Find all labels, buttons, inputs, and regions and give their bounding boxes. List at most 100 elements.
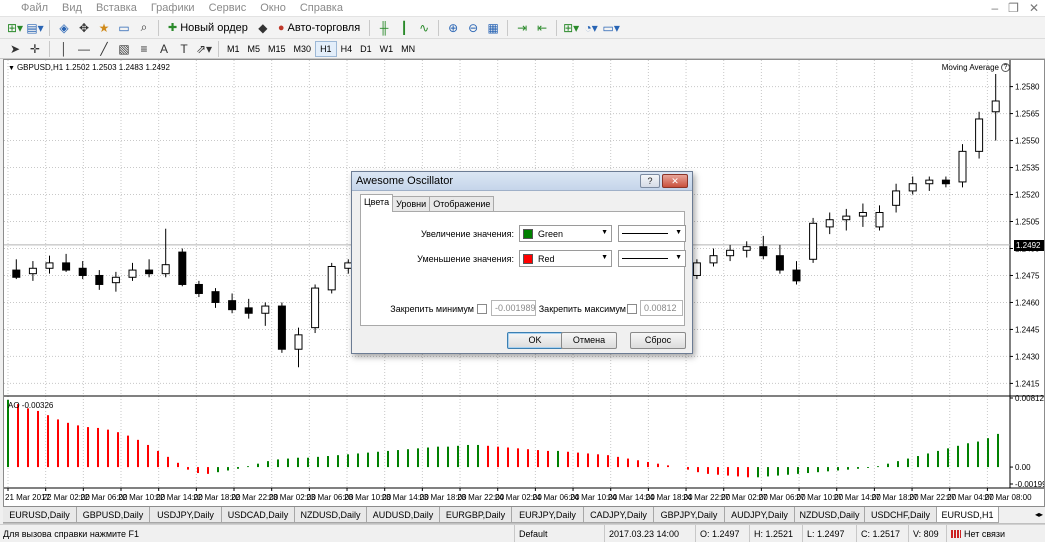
- chart-tab[interactable]: EURJPY,Daily: [512, 507, 584, 523]
- metaeditor-icon[interactable]: ◆: [254, 19, 272, 37]
- tile-windows-icon[interactable]: ▦: [484, 19, 502, 37]
- status-open: O: 1.2497: [695, 525, 749, 542]
- bull-candle: [28, 267, 37, 275]
- crosshair-icon[interactable]: ✛: [26, 40, 44, 58]
- tab-visualization[interactable]: Отображение: [429, 196, 495, 212]
- menu-tools[interactable]: Сервис: [202, 0, 254, 17]
- tab-panel-colors: Увеличение значения: Green ▼ ▼ Уменьшени…: [360, 211, 686, 326]
- bear-candle: [775, 255, 784, 271]
- new-order-button[interactable]: ✚ Новый ордер: [164, 19, 252, 37]
- decrease-color-select[interactable]: Red ▼: [519, 250, 612, 267]
- chart-tab[interactable]: USDJPY,Daily: [150, 507, 222, 523]
- fix-max-field[interactable]: 0.00812: [640, 300, 683, 316]
- timeframe-w1[interactable]: W1: [376, 41, 398, 57]
- question-circle-icon[interactable]: ?: [1001, 63, 1010, 72]
- market-watch-icon[interactable]: ◈: [55, 19, 73, 37]
- favorites-icon[interactable]: ★: [95, 19, 113, 37]
- menu-file[interactable]: Файл: [0, 0, 55, 17]
- horizontal-line-icon[interactable]: —: [75, 40, 93, 58]
- minimize-icon[interactable]: –: [991, 2, 998, 14]
- text-label-icon[interactable]: T: [175, 40, 193, 58]
- tab-colors[interactable]: Цвета: [360, 194, 394, 212]
- close-window-icon[interactable]: ✕: [1029, 2, 1039, 14]
- menu-insert[interactable]: Вставка: [89, 0, 144, 17]
- bear-candle: [244, 307, 253, 314]
- chart-tab[interactable]: AUDUSD,Daily: [367, 507, 440, 523]
- decrease-color-value: Red: [538, 253, 555, 264]
- chart-tab[interactable]: USDCAD,Daily: [222, 507, 295, 523]
- timeframe-mn[interactable]: MN: [397, 41, 419, 57]
- reset-button[interactable]: Сброс: [630, 332, 686, 349]
- chevron-down-icon: ▼: [601, 229, 608, 236]
- help-button[interactable]: ?: [640, 174, 660, 188]
- chart-tab[interactable]: GBPUSD,Daily: [77, 507, 150, 523]
- color-swatch-icon: [523, 253, 533, 264]
- close-icon[interactable]: ✕: [662, 174, 688, 188]
- zoom-in-icon[interactable]: ⊕: [444, 19, 462, 37]
- fix-min-field[interactable]: -0.001989: [491, 300, 536, 316]
- auto-scroll-icon[interactable]: ⇥: [513, 19, 531, 37]
- chart-tab[interactable]: USDCHF,Daily: [865, 507, 937, 523]
- status-connection[interactable]: Нет связи: [946, 525, 1045, 542]
- timeframe-h4[interactable]: H4: [337, 41, 357, 57]
- decrease-line-style-select[interactable]: ▼: [618, 250, 686, 267]
- templates-icon[interactable]: ▭▾: [602, 19, 620, 37]
- menu-help[interactable]: Справка: [293, 0, 350, 17]
- fibonacci-icon[interactable]: ≡: [135, 40, 153, 58]
- candlestick-icon[interactable]: ┃: [395, 19, 413, 37]
- fix-max-checkbox[interactable]: [627, 304, 637, 314]
- new-chart-icon[interactable]: ⊞▾: [6, 19, 24, 37]
- collapse-triangle-icon[interactable]: ▼: [8, 65, 15, 72]
- terminal-icon[interactable]: ▭: [115, 19, 133, 37]
- ok-button[interactable]: OK: [507, 332, 563, 349]
- chart-tab[interactable]: EURUSD,Daily: [3, 507, 77, 523]
- cancel-button[interactable]: Отмена: [561, 332, 617, 349]
- timeframe-d1[interactable]: D1: [356, 41, 376, 57]
- timeframe-m30[interactable]: M30: [290, 41, 316, 57]
- restore-icon[interactable]: ❐: [1008, 2, 1019, 14]
- chart-tab-active[interactable]: EURUSD,H1: [937, 507, 999, 523]
- timeframe-m1[interactable]: M1: [223, 41, 244, 57]
- chart-tab[interactable]: NZDUSD,Daily: [295, 507, 367, 523]
- tabs-scroll-icon[interactable]: ◂▸: [1035, 507, 1043, 523]
- status-volume: V: 809: [908, 525, 946, 542]
- fix-min-checkbox[interactable]: [477, 304, 487, 314]
- timeframe-m5[interactable]: M5: [244, 41, 265, 57]
- time-tick-label: 27 Mar 08:00: [984, 493, 1032, 502]
- bar-chart-icon[interactable]: ╫: [375, 19, 393, 37]
- chart-tab[interactable]: NZDUSD,Daily: [795, 507, 865, 523]
- price-tick-label: 1.2430: [1015, 352, 1040, 361]
- chevron-down-icon: ▼: [675, 254, 682, 261]
- menu-window[interactable]: Окно: [253, 0, 293, 17]
- vertical-line-icon[interactable]: │: [55, 40, 73, 58]
- profiles-icon[interactable]: ▤▾: [26, 19, 44, 37]
- chart-tab[interactable]: AUDJPY,Daily: [725, 507, 795, 523]
- chart-tab[interactable]: EURGBP,Daily: [440, 507, 512, 523]
- trendline-icon[interactable]: ╱: [95, 40, 113, 58]
- timeframe-m15[interactable]: M15: [264, 41, 290, 57]
- menu-charts[interactable]: Графики: [144, 0, 202, 17]
- chart-tab[interactable]: CADJPY,Daily: [584, 507, 654, 523]
- chart-tab[interactable]: GBPJPY,Daily: [654, 507, 725, 523]
- increase-line-style-select[interactable]: ▼: [618, 225, 686, 242]
- zoom-out-icon[interactable]: ⊖: [464, 19, 482, 37]
- equidistant-channel-icon[interactable]: ▧: [115, 40, 133, 58]
- tab-levels[interactable]: Уровни: [392, 196, 431, 212]
- arrows-icon[interactable]: ⇗▾: [195, 40, 213, 58]
- tester-icon[interactable]: ⌕: [135, 19, 153, 37]
- text-icon[interactable]: A: [155, 40, 173, 58]
- decrease-label: Уменьшение значения:: [417, 254, 514, 264]
- line-chart-icon[interactable]: ∿: [415, 19, 433, 37]
- menu-view[interactable]: Вид: [55, 0, 89, 17]
- chart-shift-icon[interactable]: ⇤: [533, 19, 551, 37]
- timeframe-h1[interactable]: H1: [315, 40, 337, 57]
- cursor-icon[interactable]: ➤: [6, 40, 24, 58]
- autotrading-button[interactable]: ● Авто-торговля: [274, 19, 364, 37]
- periods-icon[interactable]: ◔▾: [582, 19, 600, 37]
- moving-average-label: Moving Average: [941, 63, 999, 72]
- navigator-icon[interactable]: ✥: [75, 19, 93, 37]
- increase-color-select[interactable]: Green ▼: [519, 225, 612, 242]
- status-help-text: Для вызова справки нажмите F1: [3, 529, 140, 539]
- indicators-icon[interactable]: ⊞▾: [562, 19, 580, 37]
- bull-candle: [742, 246, 751, 251]
